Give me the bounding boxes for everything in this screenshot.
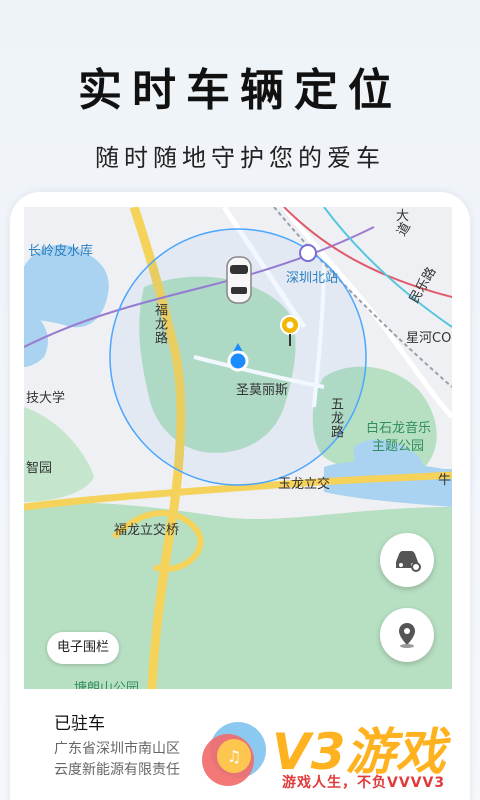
map-label-niu: 牛 bbox=[438, 473, 452, 488]
map-label-fulong-bridge: 福龙立交桥 bbox=[114, 523, 180, 538]
car-icon bbox=[226, 256, 252, 304]
watermark-logo: ♫ bbox=[198, 718, 268, 788]
car-search-button[interactable] bbox=[380, 533, 434, 587]
green-area-left bbox=[24, 407, 94, 502]
location-pin[interactable] bbox=[280, 315, 300, 347]
map-label-yulong: 玉龙立交 bbox=[278, 477, 331, 492]
car-search-icon bbox=[396, 551, 421, 572]
subheadline: 随时随地守护您的爱车 bbox=[95, 144, 385, 172]
map-label-theme-park: 主题公园 bbox=[372, 439, 425, 454]
map-label-dao2: 大 bbox=[396, 209, 410, 224]
my-location-icon bbox=[227, 343, 249, 372]
map-label-wulong: 五龙路 bbox=[328, 397, 343, 439]
map-label-zhiyuan: 智园 bbox=[26, 461, 53, 476]
map-label-tanglang: 塘朗山公园 bbox=[74, 681, 140, 689]
my-location-marker bbox=[226, 343, 250, 373]
station-marker bbox=[299, 244, 317, 262]
car-marker[interactable] bbox=[224, 255, 254, 305]
map-label-xinghe: 星河CO bbox=[406, 331, 452, 346]
bottom-water bbox=[324, 461, 452, 507]
pin-icon bbox=[280, 315, 300, 346]
geofence-button[interactable]: 电子围栏 bbox=[47, 632, 120, 664]
map-label-station: 深圳北站 bbox=[286, 271, 339, 286]
map-pin-icon bbox=[399, 623, 415, 648]
map-label-university: 技大学 bbox=[26, 391, 66, 406]
watermark-logo-icon: ♫ bbox=[202, 722, 266, 786]
locate-button[interactable] bbox=[380, 608, 434, 662]
svg-text:♫: ♫ bbox=[227, 747, 241, 766]
parking-status: 已驻车 bbox=[54, 714, 105, 734]
map-label-baishilong: 白石龙音乐 bbox=[366, 421, 432, 436]
headline: 实时车辆定位 bbox=[78, 65, 402, 116]
map-label-changling: 长岭皮水库 bbox=[28, 244, 94, 259]
watermark-slogan: 游戏人生，不负VVVV3 bbox=[282, 775, 446, 791]
map-label-shengmo: 圣莫丽斯 bbox=[236, 383, 289, 398]
map-label-fulong-road: 福龙路 bbox=[152, 303, 167, 345]
